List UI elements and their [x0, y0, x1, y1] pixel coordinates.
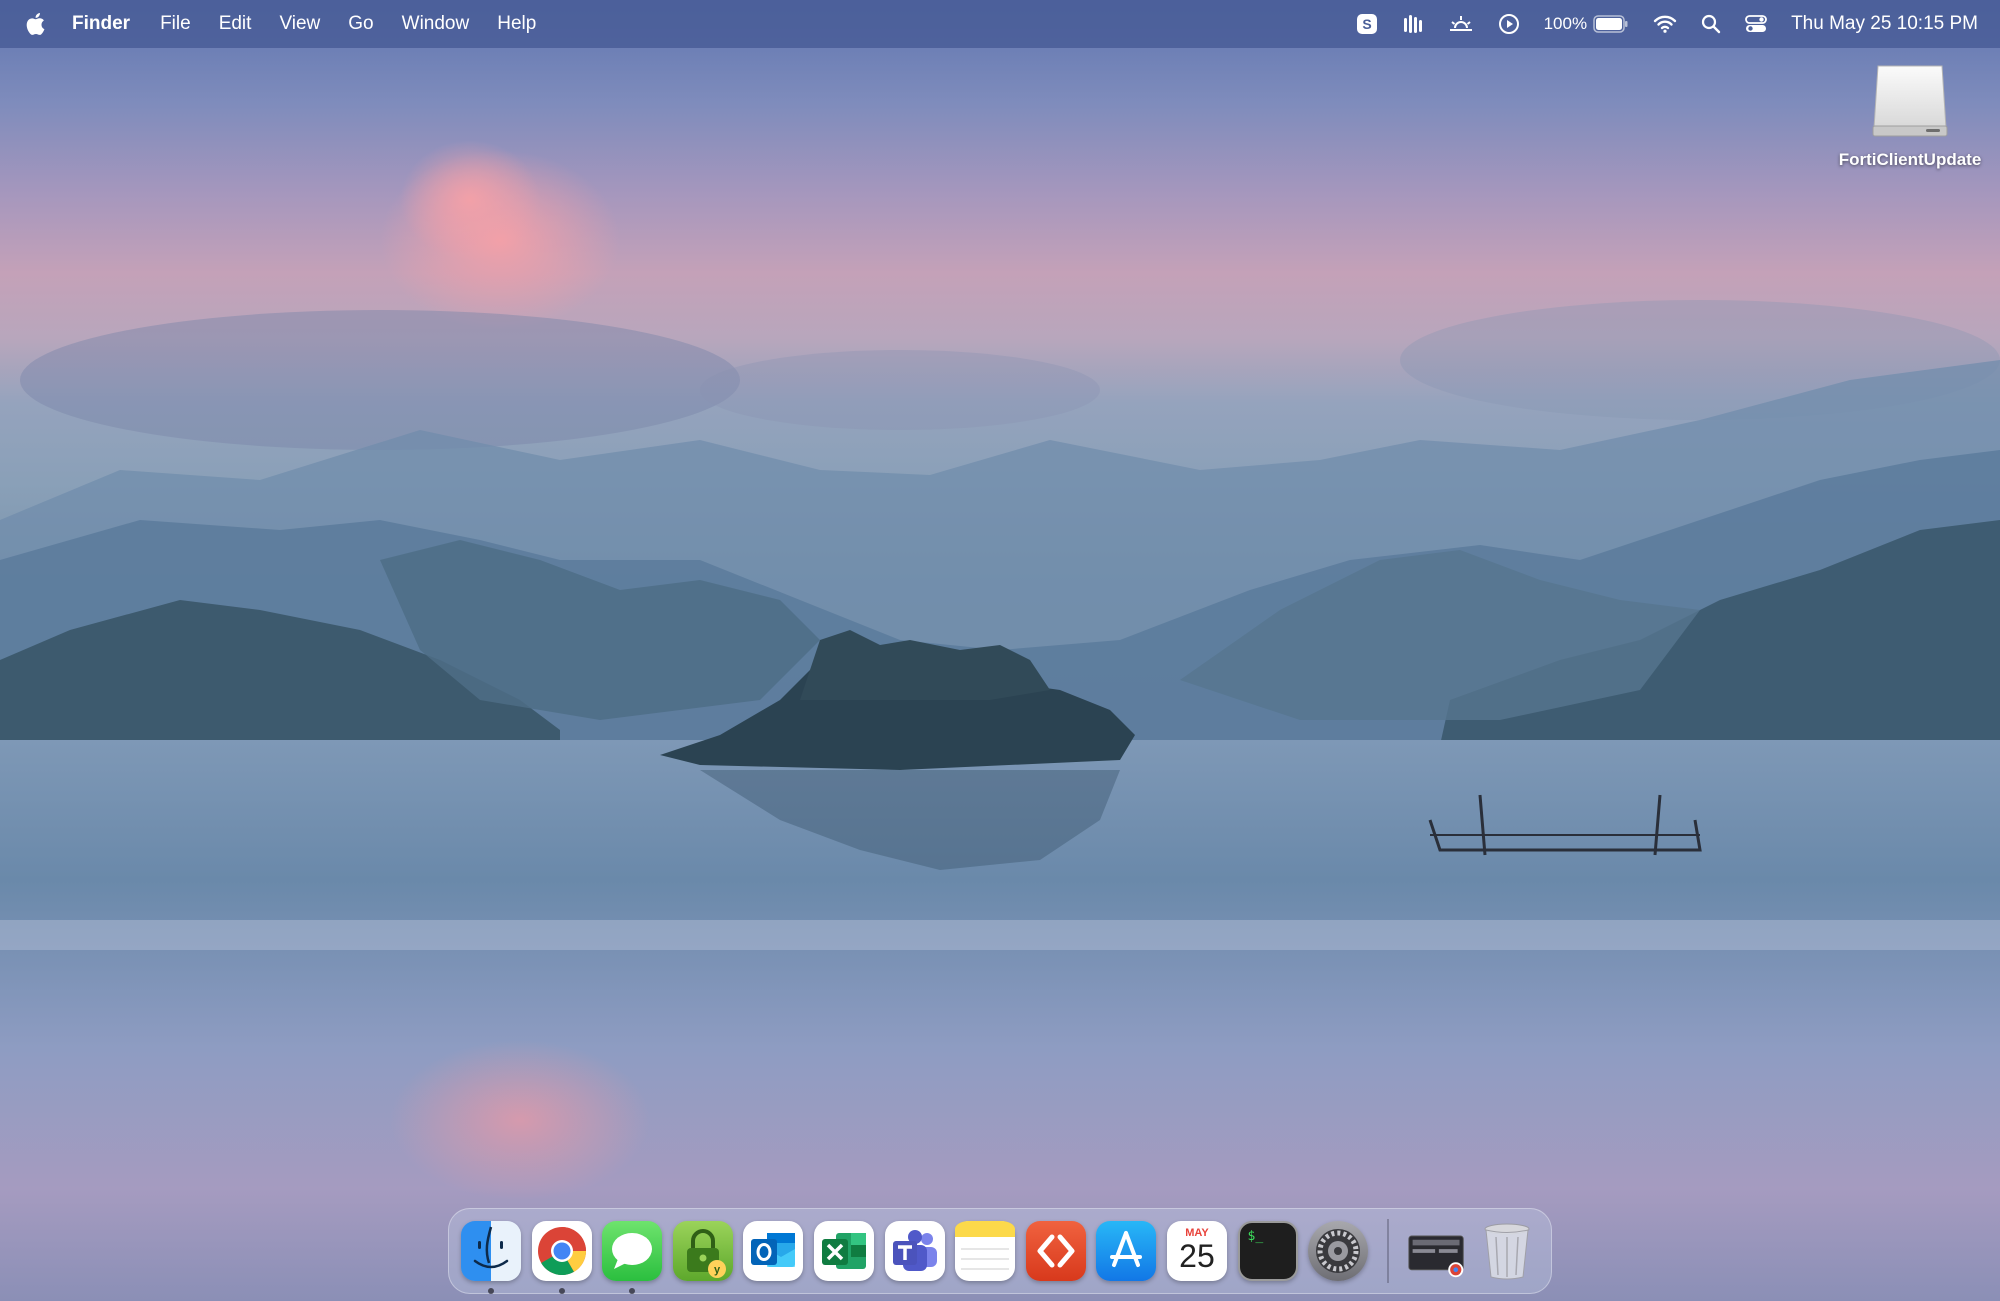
dock-app-messages[interactable]	[602, 1221, 663, 1294]
dock-app-teams[interactable]	[884, 1221, 945, 1281]
skype-icon[interactable]: S	[1344, 0, 1390, 48]
messages-icon	[612, 1233, 653, 1269]
dock-app-chrome[interactable]	[531, 1221, 592, 1294]
disk-image-icon	[1872, 65, 1948, 137]
dock-app-calendar[interactable]: MAY 25	[1166, 1221, 1227, 1281]
svg-text:y: y	[714, 1264, 721, 1276]
dock-trash[interactable]	[1477, 1221, 1537, 1281]
play-circle-icon[interactable]	[1486, 0, 1532, 48]
menu-bar-left: Finder File Edit View Go Window Help	[0, 0, 550, 48]
control-center-icon[interactable]	[1733, 0, 1779, 48]
battery-percent: 100%	[1543, 14, 1588, 33]
keepass-icon: y	[686, 1229, 726, 1278]
desktop-item-label: FortiClientUpdate	[1838, 150, 1982, 169]
dock-app-system-settings[interactable]	[1308, 1221, 1369, 1281]
app-store-icon	[1110, 1231, 1143, 1267]
running-indicator	[558, 1288, 565, 1294]
remote-desktop-icon	[1037, 1234, 1075, 1268]
dock-app-remote-desktop[interactable]	[1025, 1221, 1086, 1281]
wifi-icon[interactable]	[1641, 0, 1689, 48]
dock-app-excel[interactable]	[813, 1221, 874, 1281]
sunset-icon[interactable]	[1436, 0, 1486, 48]
notes-icon	[955, 1221, 1016, 1270]
dock-app-terminal[interactable]: $_	[1237, 1221, 1298, 1281]
desktop-item-forticlientupdate[interactable]: FortiClientUpdate	[1828, 60, 1992, 170]
chrome-icon	[537, 1227, 586, 1276]
battery-icon	[1593, 15, 1628, 33]
menu-window[interactable]: Window	[388, 0, 484, 48]
downloads-stack-icon	[1408, 1235, 1464, 1278]
menu-view[interactable]: View	[265, 0, 334, 48]
outlook-icon	[751, 1233, 796, 1267]
menu-edit[interactable]: Edit	[205, 0, 266, 48]
teams-icon	[892, 1230, 937, 1271]
dock-app-app-store[interactable]	[1096, 1221, 1157, 1281]
trash-icon	[1484, 1223, 1530, 1280]
svg-text:S: S	[1362, 16, 1371, 32]
dock-app-finder[interactable]	[461, 1221, 521, 1294]
system-settings-icon	[1316, 1229, 1361, 1273]
finder-icon	[473, 1226, 509, 1269]
dock-downloads-stack[interactable]	[1407, 1221, 1467, 1281]
dock-app-notes[interactable]	[955, 1221, 1016, 1281]
menu-bar-clock[interactable]: Thu May 25 10:15 PM	[1779, 13, 1978, 35]
dock-separator	[1386, 1219, 1389, 1283]
dock: y MAY 25 $_	[448, 1208, 1552, 1294]
apple-logo-icon[interactable]	[0, 0, 70, 48]
menu-file[interactable]: File	[146, 0, 205, 48]
desktop-wallpaper	[0, 0, 2000, 1301]
running-indicator	[488, 1288, 494, 1294]
menu-app-name[interactable]: Finder	[70, 0, 146, 48]
audio-waveform-icon[interactable]	[1390, 0, 1436, 48]
menu-go[interactable]: Go	[334, 0, 387, 48]
calendar-day: 25	[1179, 1238, 1215, 1274]
spotlight-search-icon[interactable]	[1689, 0, 1733, 48]
menu-bar-status-area: S 100% Thu May 25 10:15 PM	[1344, 0, 1978, 48]
battery-indicator[interactable]: 100%	[1532, 0, 1641, 48]
menu-bar: Finder File Edit View Go Window Help S 1…	[0, 0, 2000, 48]
dock-app-keepass[interactable]: y	[672, 1221, 733, 1281]
terminal-prompt: $_	[1247, 1229, 1264, 1244]
menu-help[interactable]: Help	[483, 0, 550, 48]
running-indicator	[629, 1288, 636, 1294]
excel-icon	[821, 1233, 866, 1269]
dock-app-outlook[interactable]	[743, 1221, 804, 1281]
